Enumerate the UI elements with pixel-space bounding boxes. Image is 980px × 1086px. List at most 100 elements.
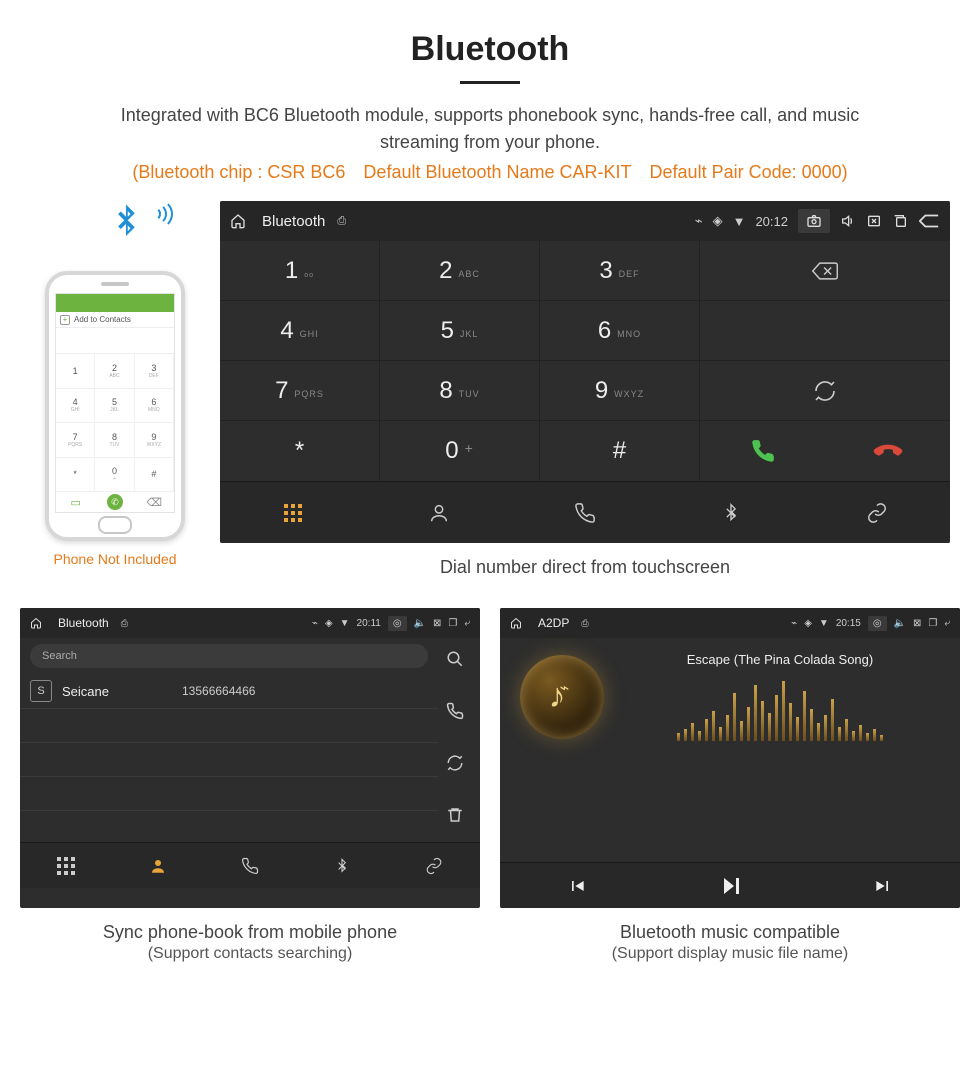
usb-icon: ⎙ xyxy=(581,618,588,629)
nav-keypad[interactable] xyxy=(220,482,366,543)
call-icon[interactable] xyxy=(438,694,472,728)
phone-key-2: 2ABC xyxy=(95,354,134,389)
music-note-icon: ♪⌁ xyxy=(549,677,576,716)
page-description: Integrated with BC6 Bluetooth module, su… xyxy=(80,102,900,156)
close-app-icon[interactable] xyxy=(866,213,882,229)
prev-track-button[interactable] xyxy=(500,863,653,908)
delete-icon[interactable] xyxy=(438,798,472,832)
backspace-button[interactable] xyxy=(700,260,950,282)
phone-not-included: Phone Not Included xyxy=(54,551,177,567)
sync-icon[interactable] xyxy=(438,746,472,780)
screen-title: Bluetooth xyxy=(262,213,325,230)
dial-key-#[interactable]: # xyxy=(540,421,700,481)
gps-icon: ◈ xyxy=(325,618,333,629)
dial-key-2[interactable]: 2ABC xyxy=(380,241,540,300)
phone-key-4: 4GHI xyxy=(56,389,95,424)
search-icon[interactable] xyxy=(438,642,472,676)
dial-key-4[interactable]: 4GHI xyxy=(220,301,380,360)
usb-icon: ⎙ xyxy=(337,215,346,228)
dial-key-3[interactable]: 3DEF xyxy=(540,241,700,300)
gps-icon: ◈ xyxy=(713,213,723,229)
home-icon[interactable] xyxy=(30,617,42,629)
back-icon[interactable] xyxy=(918,213,940,229)
add-contact-icon: + xyxy=(60,315,70,325)
a2dp-title: A2DP xyxy=(538,616,569,630)
phone-illustration: + Add to Contacts 12ABC3DEF4GHI5JKL6MNO7… xyxy=(30,201,200,567)
nav-bluetooth[interactable] xyxy=(658,482,804,543)
usb-icon: ⎙ xyxy=(121,618,128,629)
phone-key-7: 7PQRS xyxy=(56,423,95,458)
phone-voicemail-icon: ▭ xyxy=(56,492,95,512)
back-icon[interactable]: ⤶ xyxy=(464,618,470,629)
clock: 20:12 xyxy=(755,214,788,229)
screenshot-icon[interactable] xyxy=(806,213,822,229)
call-button[interactable] xyxy=(700,438,825,464)
contact-number: 13566664466 xyxy=(182,684,255,698)
pb-bottom-nav xyxy=(20,842,480,888)
a2dp-status-bar: A2DP ⎙ ⌁ ◈ ▼ 20:15 ◎ 🔈 ⊠ ❐ ⤶ xyxy=(500,608,960,638)
contact-row-empty xyxy=(20,709,438,743)
volume-icon[interactable]: 🔈 xyxy=(894,618,906,629)
redial-button[interactable] xyxy=(700,379,950,403)
phone-dial-icon: ✆ xyxy=(95,492,134,512)
phonebook-screen: Bluetooth ⎙ ⌁ ◈ ▼ 20:11 ◎ 🔈 ⊠ ❐ ⤶ xyxy=(20,608,480,908)
page-title: Bluetooth xyxy=(10,30,970,69)
dial-key-7[interactable]: 7PQRS xyxy=(220,361,380,420)
phone-key-#: # xyxy=(135,458,174,493)
nav-call-log[interactable] xyxy=(512,482,658,543)
pb-status-bar: Bluetooth ⎙ ⌁ ◈ ▼ 20:11 ◎ 🔈 ⊠ ❐ ⤶ xyxy=(20,608,480,638)
nav-pair[interactable] xyxy=(804,482,950,543)
volume-icon[interactable] xyxy=(840,213,856,229)
contact-row-empty xyxy=(20,777,438,811)
pb-caption: Sync phone-book from mobile phone (Suppo… xyxy=(20,922,480,963)
phone-key-9: 9WXYZ xyxy=(135,423,174,458)
next-track-button[interactable] xyxy=(807,863,960,908)
nav-contacts[interactable] xyxy=(112,843,204,888)
dial-key-8[interactable]: 8TUV xyxy=(380,361,540,420)
wifi-icon: ▼ xyxy=(340,618,350,629)
play-pause-button[interactable] xyxy=(653,863,806,908)
dialer-bottom-nav xyxy=(220,481,950,543)
dial-key-0[interactable]: 0+ xyxy=(380,421,540,481)
volume-icon[interactable]: 🔈 xyxy=(414,618,426,629)
close-app-icon[interactable]: ⊠ xyxy=(913,618,921,629)
wifi-icon: ▼ xyxy=(733,214,746,229)
bt-status-icon: ⌁ xyxy=(791,618,797,629)
recents-icon[interactable] xyxy=(892,213,908,229)
nav-contacts[interactable] xyxy=(366,482,512,543)
a2dp-caption: Bluetooth music compatible (Support disp… xyxy=(500,922,960,963)
dial-key-9[interactable]: 9WXYZ xyxy=(540,361,700,420)
nav-pair[interactable] xyxy=(388,843,480,888)
home-icon[interactable] xyxy=(510,617,522,629)
a2dp-screen: A2DP ⎙ ⌁ ◈ ▼ 20:15 ◎ 🔈 ⊠ ❐ ⤶ xyxy=(500,608,960,908)
status-bar: Bluetooth ⎙ ⌁ ◈ ▼ 20:12 xyxy=(220,201,950,241)
contact-row[interactable]: S Seicane 13566664466 xyxy=(20,674,438,709)
home-icon[interactable] xyxy=(230,213,246,229)
screenshot-icon[interactable]: ◎ xyxy=(873,618,882,629)
nav-call-log[interactable] xyxy=(204,843,296,888)
dial-key-5[interactable]: 5JKL xyxy=(380,301,540,360)
back-icon[interactable]: ⤶ xyxy=(944,618,950,629)
recents-icon[interactable]: ❐ xyxy=(928,618,937,629)
phone-key-*: * xyxy=(56,458,95,493)
dial-key-*[interactable]: * xyxy=(220,421,380,481)
recents-icon[interactable]: ❐ xyxy=(448,618,457,629)
pb-title: Bluetooth xyxy=(58,616,109,630)
track-title: Escape (The Pina Colada Song) xyxy=(687,652,873,667)
end-call-button[interactable] xyxy=(825,438,950,464)
dial-key-6[interactable]: 6MNO xyxy=(540,301,700,360)
phone-key-3: 3DEF xyxy=(135,354,174,389)
contact-initial: S xyxy=(30,680,52,702)
phone-key-8: 8TUV xyxy=(95,423,134,458)
dialer-screen: Bluetooth ⎙ ⌁ ◈ ▼ 20:12 xyxy=(220,201,950,543)
screenshot-icon[interactable]: ◎ xyxy=(393,618,402,629)
contact-search-input[interactable]: Search xyxy=(30,644,428,668)
close-app-icon[interactable]: ⊠ xyxy=(433,618,441,629)
album-art: ♪⌁ xyxy=(520,655,604,739)
dial-key-1[interactable]: 1oo xyxy=(220,241,380,300)
phone-key-1: 1 xyxy=(56,354,95,389)
bluetooth-signal-icon xyxy=(105,201,165,261)
nav-bluetooth[interactable] xyxy=(296,843,388,888)
nav-keypad[interactable] xyxy=(20,843,112,888)
bt-status-icon: ⌁ xyxy=(312,618,318,629)
